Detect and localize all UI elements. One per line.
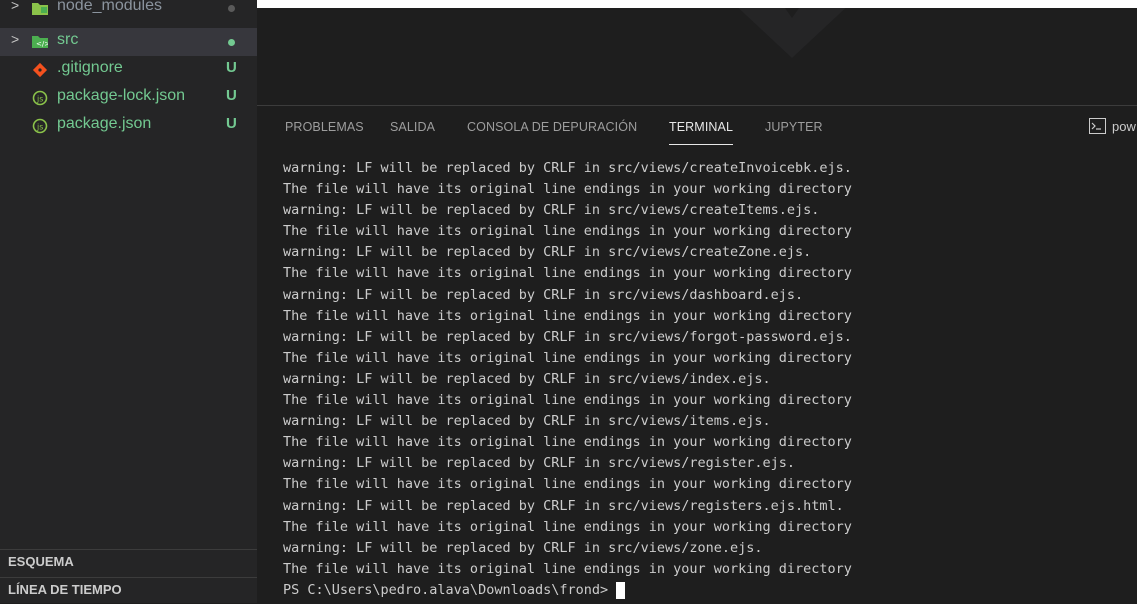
terminal-line: warning: LF will be replaced by CRLF in …	[283, 286, 804, 303]
terminal-line: warning: LF will be replaced by CRLF in …	[283, 328, 852, 345]
tree-item-src[interactable]: > </> src	[0, 28, 257, 56]
tree-item-package-lock-json[interactable]: js package-lock.json U	[0, 84, 257, 112]
terminal-prompt: PS C:\Users\pedro.alava\Downloads\frond>	[283, 581, 609, 598]
git-status-badge: U	[226, 115, 237, 132]
tab-problems[interactable]: PROBLEMAS	[285, 120, 364, 134]
tree-item-node-modules[interactable]: > node_modules	[0, 0, 257, 28]
terminal-icon	[1089, 118, 1106, 134]
terminal-output[interactable]: warning: LF will be replaced by CRLF in …	[283, 158, 1133, 601]
terminal-line: warning: LF will be replaced by CRLF in …	[283, 413, 771, 430]
editor-area	[257, 8, 1137, 105]
terminal-line: The file will have its original line end…	[283, 223, 852, 240]
terminal-line: The file will have its original line end…	[283, 349, 852, 366]
terminal-line: The file will have its original line end…	[283, 265, 852, 282]
tree-item-package-json[interactable]: js package.json U	[0, 112, 257, 140]
terminal-line: warning: LF will be replaced by CRLF in …	[283, 455, 796, 472]
terminal-selector-label: pow	[1112, 118, 1136, 134]
terminal-line: warning: LF will be replaced by CRLF in …	[283, 370, 771, 387]
svg-text:js: js	[36, 95, 43, 104]
terminal-line: The file will have its original line end…	[283, 476, 852, 493]
git-status-badge: U	[226, 59, 237, 76]
tree-item-label: src	[57, 31, 79, 48]
tree-item-label: package.json	[57, 115, 152, 132]
terminal-line: warning: LF will be replaced by CRLF in …	[283, 497, 844, 514]
tab-terminal[interactable]: TERMINAL	[669, 120, 734, 145]
terminal-prompt-line[interactable]: PS C:\Users\pedro.alava\Downloads\frond>	[283, 580, 1133, 601]
terminal-line: warning: LF will be replaced by CRLF in …	[283, 539, 763, 556]
terminal-line: The file will have its original line end…	[283, 181, 852, 198]
chevron-right-icon: >	[11, 31, 20, 47]
tab-jupyter[interactable]: JUPYTER	[765, 120, 823, 134]
section-outline[interactable]: ESQUEMA	[0, 549, 257, 573]
tab-debug-console[interactable]: CONSOLA DE DEPURACIÓN	[467, 120, 637, 134]
tree-item-label: package-lock.json	[57, 87, 186, 104]
git-icon	[32, 62, 48, 78]
bottom-panel: PROBLEMAS SALIDA CONSOLA DE DEPURACIÓN T…	[257, 105, 1137, 604]
terminal-cursor	[616, 581, 626, 599]
svg-text:</>: </>	[36, 40, 48, 48]
vscode-watermark-icon	[738, 8, 846, 58]
terminal-line: The file will have its original line end…	[283, 434, 852, 451]
git-untracked-dot	[228, 39, 235, 46]
terminal-line: warning: LF will be replaced by CRLF in …	[283, 244, 812, 261]
folder-node-icon	[32, 1, 48, 17]
folder-src-icon: </>	[32, 34, 50, 50]
tree-item-label: node_modules	[57, 0, 162, 14]
nodejs-icon: js	[32, 90, 48, 106]
tree-item-gitignore[interactable]: .gitignore U	[0, 56, 257, 84]
terminal-line: The file will have its original line end…	[283, 518, 852, 535]
tab-output[interactable]: SALIDA	[390, 120, 435, 134]
terminal-line: The file will have its original line end…	[283, 307, 852, 324]
nodejs-icon: js	[32, 118, 48, 134]
explorer-sidebar: > node_modules > </> src .gitignore U js…	[0, 0, 257, 603]
git-modified-dot	[228, 5, 235, 12]
terminal-line: warning: LF will be replaced by CRLF in …	[283, 160, 852, 176]
terminal-line: The file will have its original line end…	[283, 560, 852, 577]
terminal-selector[interactable]: pow	[1089, 118, 1136, 134]
git-status-badge: U	[226, 87, 237, 104]
chevron-right-icon: >	[11, 0, 20, 13]
section-timeline[interactable]: LÍNEA DE TIEMPO	[0, 577, 257, 601]
tree-item-label: .gitignore	[57, 59, 123, 76]
terminal-line: The file will have its original line end…	[283, 392, 852, 409]
terminal-line: warning: LF will be replaced by CRLF in …	[283, 202, 820, 219]
svg-text:js: js	[36, 123, 43, 132]
panel-tabs: PROBLEMAS SALIDA CONSOLA DE DEPURACIÓN T…	[257, 106, 1137, 152]
